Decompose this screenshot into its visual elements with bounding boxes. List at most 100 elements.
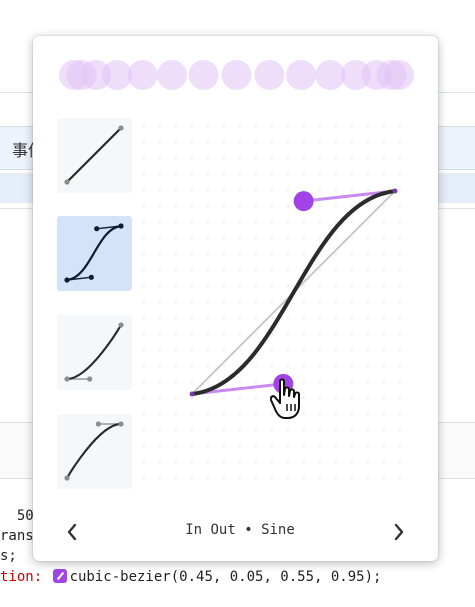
grid-dot: [367, 285, 369, 287]
control-handle-2[interactable]: [293, 191, 314, 212]
grid-dot: [271, 429, 273, 431]
grid-dot: [143, 333, 145, 335]
grid-dot: [351, 413, 353, 415]
grid-dot: [351, 397, 353, 399]
grid-dot: [239, 381, 241, 383]
grid-dot: [399, 253, 401, 255]
grid-dot: [383, 221, 385, 223]
grid-dot: [271, 189, 273, 191]
grid-dot: [383, 413, 385, 415]
grid-dot: [159, 157, 161, 159]
grid-dot: [271, 445, 273, 447]
grid-dot: [271, 333, 273, 335]
grid-dot: [223, 429, 225, 431]
grid-dot: [191, 269, 193, 271]
grid-dot: [207, 365, 209, 367]
grid-dot: [399, 189, 401, 191]
grid-dot: [303, 317, 305, 319]
grid-dot: [191, 125, 193, 127]
grid-dot: [303, 429, 305, 431]
grid-dot: [255, 237, 257, 239]
grid-dot: [143, 221, 145, 223]
css-value[interactable]: cubic-bezier(0.45, 0.05, 0.55, 0.95);: [70, 569, 382, 585]
grid-dot: [287, 253, 289, 255]
preview-dot: [286, 60, 317, 90]
preset-linear[interactable]: [57, 118, 132, 193]
grid-dot: [207, 317, 209, 319]
grid-dot: [287, 237, 289, 239]
preset-ease-in[interactable]: [57, 315, 132, 390]
grid-dot: [367, 461, 369, 463]
grid-dot: [159, 237, 161, 239]
grid-dot: [175, 141, 177, 143]
grid-dot: [159, 189, 161, 191]
grid-dot: [303, 285, 305, 287]
easing-name-label: In Out • Sine: [140, 522, 340, 538]
grid-dot: [287, 461, 289, 463]
grid-dot: [319, 221, 321, 223]
grid-dot: [367, 397, 369, 399]
grid-dot: [271, 173, 273, 175]
grid-dot: [159, 349, 161, 351]
grid-dot: [383, 285, 385, 287]
grid-dot: [255, 461, 257, 463]
grid-dot: [319, 237, 321, 239]
preset-handle: [95, 421, 101, 427]
grid-dot: [239, 333, 241, 335]
grid-dot: [271, 317, 273, 319]
grid-dot: [175, 333, 177, 335]
grid-dot: [207, 381, 209, 383]
grid-dot: [319, 381, 321, 383]
grid-dot: [191, 157, 193, 159]
preset-ease-in-out[interactable]: [57, 216, 132, 291]
grid-dot: [383, 205, 385, 207]
grid-dot: [239, 173, 241, 175]
preset-curve: [66, 422, 122, 479]
animation-preview: [59, 60, 414, 90]
grid-dot: [351, 221, 353, 223]
grid-dot: [255, 269, 257, 271]
grid-dot: [383, 477, 385, 479]
previous-preset-button[interactable]: [60, 520, 84, 544]
grid-dot: [255, 125, 257, 127]
next-preset-button[interactable]: [387, 520, 411, 544]
grid-dot: [367, 125, 369, 127]
grid-dot: [207, 205, 209, 207]
grid-dot: [271, 253, 273, 255]
css-property[interactable]: tion:: [0, 569, 51, 585]
grid-dot: [175, 205, 177, 207]
grid-dot: [367, 157, 369, 159]
grid-dot: [223, 157, 225, 159]
grid-dot: [191, 173, 193, 175]
bezier-curve-editor[interactable]: [140, 120, 410, 490]
grid-dot: [207, 397, 209, 399]
grid-dot: [255, 157, 257, 159]
grid-dot: [367, 173, 369, 175]
preset-ease-out[interactable]: [57, 414, 132, 489]
grid-dot: [271, 461, 273, 463]
grid-dot: [319, 269, 321, 271]
grid-dot: [191, 333, 193, 335]
easing-swatch-icon[interactable]: [52, 569, 67, 583]
preset-curve-thumbnail: [64, 223, 124, 283]
grid-dot: [351, 301, 353, 303]
grid-dot: [143, 301, 145, 303]
grid-dot: [239, 141, 241, 143]
grid-dot: [143, 429, 145, 431]
grid-dot: [335, 189, 337, 191]
grid-dot: [143, 445, 145, 447]
grid-dot: [223, 461, 225, 463]
grid-dot: [399, 237, 401, 239]
grid-dot: [383, 429, 385, 431]
grid-dot: [239, 157, 241, 159]
grid-dot: [255, 445, 257, 447]
grid-dot: [399, 173, 401, 175]
preset-curve: [66, 127, 122, 183]
grid-dot: [191, 397, 193, 399]
preset-handle: [88, 274, 94, 280]
grid-dot: [399, 461, 401, 463]
grid-dot: [175, 269, 177, 271]
grid-dot: [191, 285, 193, 287]
css-declaration: tion: cubic-bezier(0.45, 0.05, 0.55, 0.9…: [0, 567, 381, 587]
grid-dot: [303, 365, 305, 367]
